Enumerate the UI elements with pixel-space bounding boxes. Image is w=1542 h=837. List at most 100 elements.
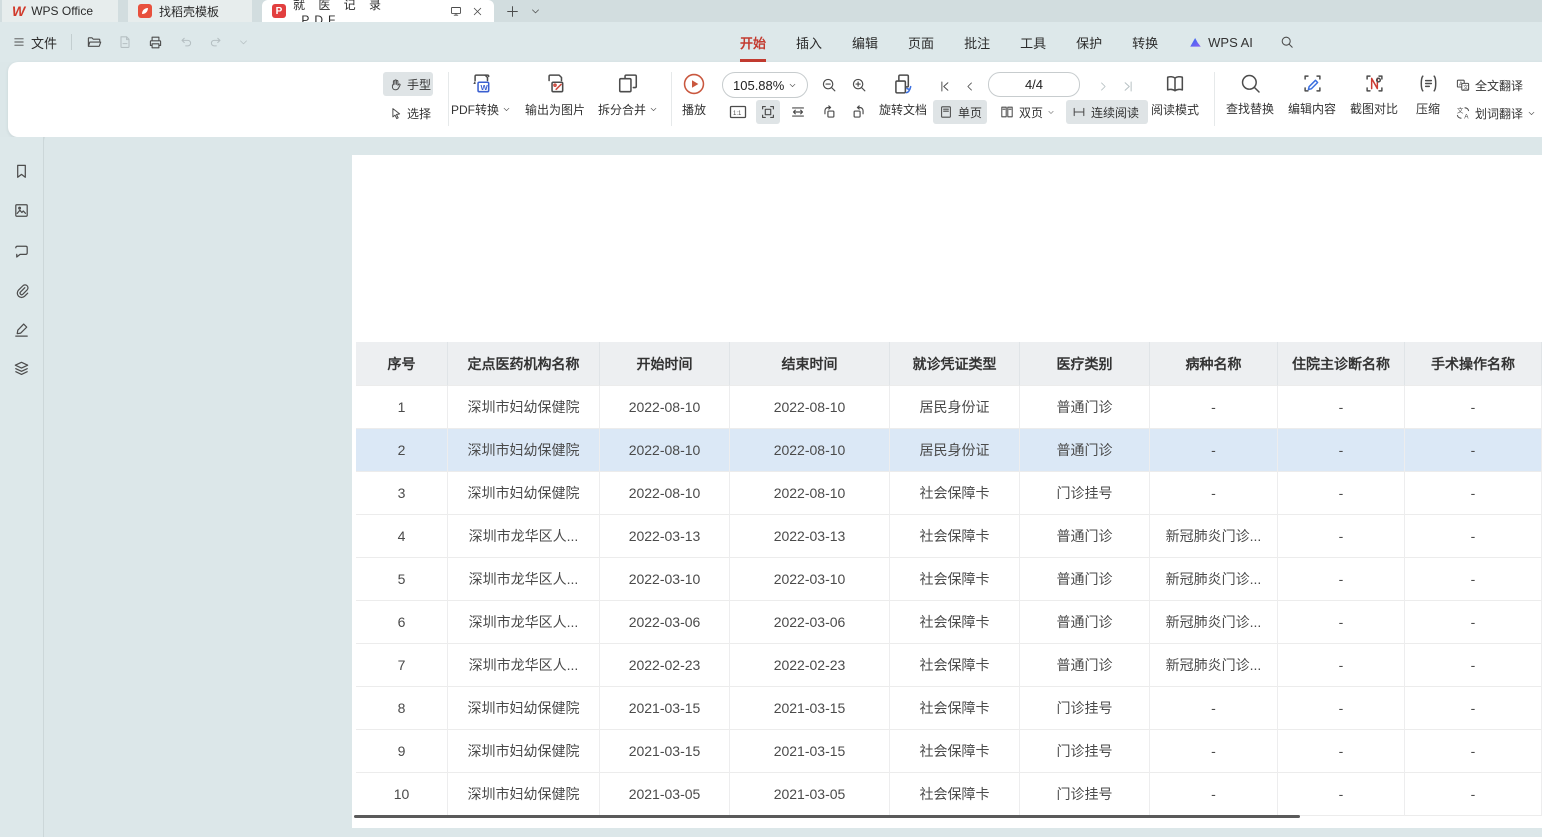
redo-icon[interactable] [208, 34, 224, 50]
table-cell: - [1278, 687, 1405, 730]
first-page-button[interactable] [934, 74, 954, 98]
svg-text:文: 文 [1457, 106, 1464, 115]
menu-search-icon[interactable] [1279, 34, 1295, 50]
table-header-cell: 开始时间 [600, 342, 730, 386]
rotate-document-button[interactable]: 旋转文档 [874, 71, 932, 118]
split-merge-button[interactable]: 拆分合并 [590, 71, 666, 118]
zoom-level-dropdown[interactable]: 105.88% [722, 72, 808, 98]
pdf-convert-button[interactable]: W PDF转换 [445, 71, 517, 118]
menu-bar: 文件 开始 插入 编辑 页面 批注 工具 保护 转换 WPS [0, 22, 1542, 62]
document-viewport[interactable]: 序号定点医药机构名称开始时间结束时间就诊凭证类型医疗类别病种名称住院主诊断名称手… [45, 137, 1542, 837]
table-cell: 深圳市妇幼保健院 [448, 429, 600, 472]
table-cell: 新冠肺炎门诊... [1150, 644, 1278, 687]
rotate-document-icon [890, 71, 916, 97]
menu-tab-edit[interactable]: 编辑 [852, 33, 878, 52]
tab-list-chevron-icon[interactable] [530, 6, 541, 17]
prev-page-button[interactable] [960, 74, 978, 98]
screenshot-compare-button[interactable]: 截图对比 [1344, 71, 1404, 117]
table-cell: 居民身份证 [890, 386, 1020, 429]
table-cell: - [1278, 515, 1405, 558]
play-label: 播放 [682, 101, 706, 118]
tab-bar-controls [505, 0, 541, 22]
continuous-reading-button[interactable]: 连续阅读 [1066, 100, 1148, 124]
screenshot-compare-icon [1362, 71, 1387, 96]
single-page-view-button[interactable]: 单页 [933, 100, 987, 124]
menu-tab-convert[interactable]: 转换 [1132, 33, 1158, 52]
table-cell: - [1278, 644, 1405, 687]
tab-wps-home[interactable]: W WPS Office [2, 0, 118, 22]
last-page-icon [1121, 79, 1136, 94]
medical-records-table: 序号定点医药机构名称开始时间结束时间就诊凭证类型医疗类别病种名称住院主诊断名称手… [356, 342, 1542, 816]
fit-page-button[interactable] [756, 100, 780, 124]
menu-tab-insert[interactable]: 插入 [796, 33, 822, 52]
edit-content-button[interactable]: 编辑内容 [1282, 71, 1342, 117]
chevron-down-icon [788, 81, 797, 90]
last-page-button[interactable] [1118, 74, 1138, 98]
save-icon[interactable] [117, 34, 133, 50]
tab-document-pdf[interactable]: P 就 医 记 录 .PDF [262, 0, 494, 22]
highlight-pen-icon[interactable] [12, 320, 31, 339]
layers-icon[interactable] [12, 359, 31, 378]
pdf-file-icon: P [272, 4, 286, 18]
read-mode-button[interactable]: 阅读模式 [1145, 71, 1205, 118]
close-tab-icon[interactable] [471, 5, 484, 18]
table-row: 2深圳市妇幼保健院2022-08-102022-08-10居民身份证普通门诊--… [356, 429, 1542, 472]
find-replace-button[interactable]: 查找替换 [1220, 71, 1280, 117]
table-cell: 4 [356, 515, 448, 558]
attachment-icon[interactable] [12, 281, 31, 300]
rotate-left-button[interactable] [816, 100, 842, 124]
table-header-cell: 序号 [356, 342, 448, 386]
bookmark-icon[interactable] [12, 162, 31, 181]
fit-width-button[interactable] [786, 100, 810, 124]
export-image-button[interactable]: 输出为图片 [516, 71, 594, 118]
hamburger-icon [12, 35, 26, 49]
table-header-cell: 医疗类别 [1020, 342, 1150, 386]
rotate-right-icon [850, 103, 868, 121]
menu-tab-wps-ai[interactable]: WPS AI [1188, 35, 1253, 50]
menu-tab-home[interactable]: 开始 [740, 33, 766, 52]
tab-docer-templates[interactable]: 找稻壳模板 [128, 0, 252, 22]
table-cell: 普通门诊 [1020, 429, 1150, 472]
table-cell: 2021-03-15 [730, 730, 890, 773]
hand-tool-button[interactable]: 手型 [383, 72, 433, 96]
print-icon[interactable] [147, 34, 164, 51]
actual-size-button[interactable]: 1:1 [726, 100, 750, 124]
open-folder-icon[interactable] [86, 34, 103, 51]
zoom-in-button[interactable] [846, 73, 872, 97]
undo-icon[interactable] [178, 34, 194, 50]
tab-docer-label: 找稻壳模板 [159, 3, 219, 20]
horizontal-scrollbar[interactable] [354, 815, 1300, 818]
table-cell: 深圳市妇幼保健院 [448, 773, 600, 816]
screenshot-compare-label: 截图对比 [1350, 100, 1398, 117]
menu-tab-page[interactable]: 页面 [908, 33, 934, 52]
rotate-right-button[interactable] [846, 100, 872, 124]
thumbnail-image-icon[interactable] [12, 201, 31, 220]
page-number-input[interactable] [988, 72, 1080, 97]
next-page-button[interactable] [1094, 74, 1112, 98]
monitor-icon[interactable] [449, 4, 463, 18]
select-tool-button[interactable]: 选择 [383, 101, 433, 125]
tab-home-label: WPS Office [31, 4, 93, 18]
double-page-view-button[interactable]: 双页 [994, 100, 1060, 124]
comment-icon[interactable] [12, 242, 31, 261]
file-menu-button[interactable]: 文件 [12, 33, 57, 52]
table-cell: 2021-03-05 [600, 773, 730, 816]
menu-tab-tools[interactable]: 工具 [1020, 33, 1046, 52]
new-tab-plus-icon[interactable] [505, 4, 520, 19]
svg-text:W: W [481, 83, 489, 92]
full-text-translate-button[interactable]: A文 全文翻译 [1450, 73, 1542, 97]
table-cell: 3 [356, 472, 448, 515]
table-cell: 2022-03-10 [600, 558, 730, 601]
compress-button[interactable]: 压缩 [1406, 71, 1450, 117]
history-chevron-icon[interactable] [238, 37, 249, 48]
table-row: 10深圳市妇幼保健院2021-03-052021-03-05社会保障卡门诊挂号-… [356, 773, 1542, 816]
menu-tab-annotate[interactable]: 批注 [964, 33, 990, 52]
play-presentation-button[interactable]: 播放 [674, 71, 714, 118]
table-cell: 普通门诊 [1020, 515, 1150, 558]
menu-tab-protect[interactable]: 保护 [1076, 33, 1102, 52]
zoom-out-button[interactable] [816, 73, 842, 97]
edit-content-label: 编辑内容 [1288, 100, 1336, 117]
word-translate-button[interactable]: 文A 划词翻译 [1450, 101, 1542, 125]
table-header-cell: 手术操作名称 [1405, 342, 1542, 386]
table-cell: 10 [356, 773, 448, 816]
